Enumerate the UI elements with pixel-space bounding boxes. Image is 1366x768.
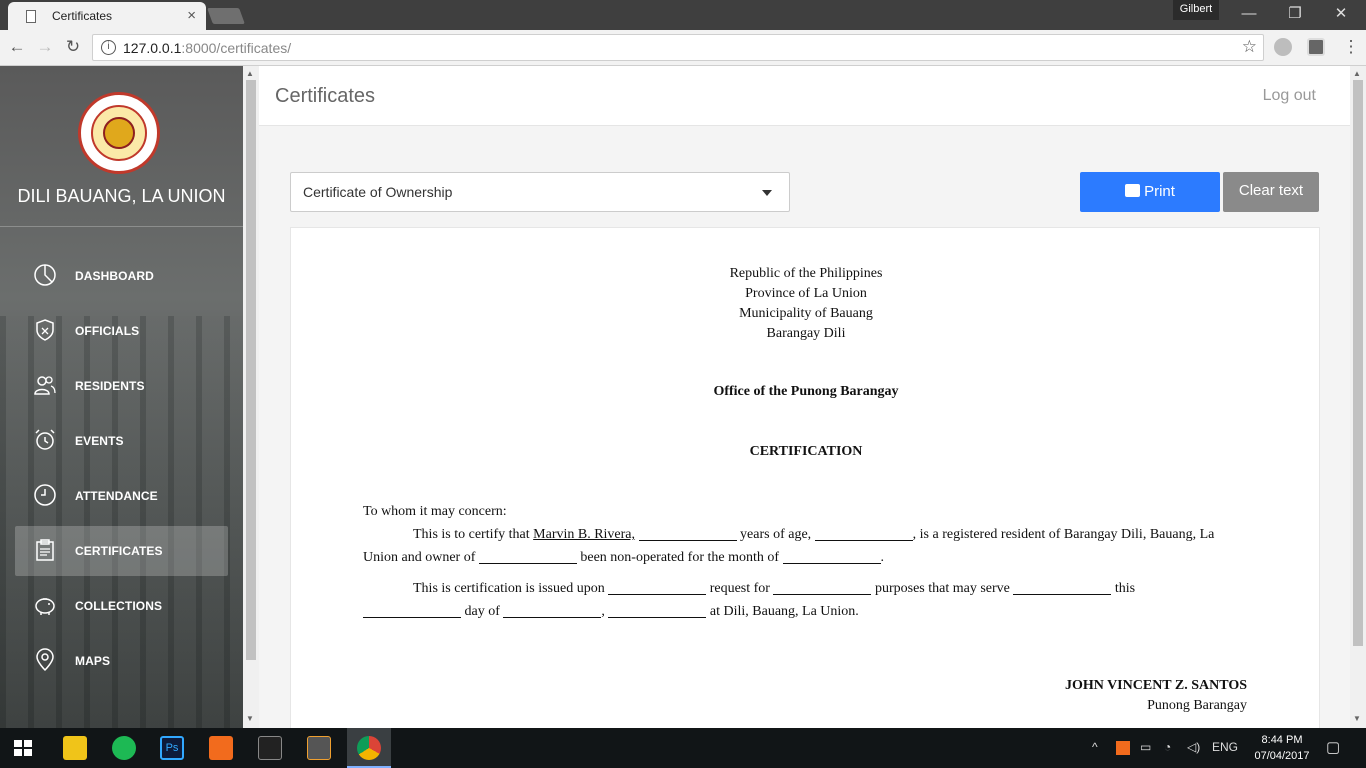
paragraph-1: This is to certify that Marvin B. Rivera… (363, 527, 1215, 565)
piggy-bank-icon (35, 598, 55, 615)
spotify-icon[interactable] (112, 736, 136, 760)
file-explorer-icon[interactable] (63, 736, 87, 760)
signature-block: JOHN VINCENT Z. SANTOS Punong Barangay (1065, 676, 1247, 716)
brand-title: DILI BAUANG, LA UNION (17, 186, 226, 206)
dashboard-icon (34, 264, 56, 286)
profile-button[interactable]: Gilbert (1173, 0, 1219, 20)
notification-icon[interactable]: ▢ (1326, 738, 1340, 756)
browser-titlebar: Certificates × Gilbert — ❐ ✕ (0, 0, 1366, 30)
page-header: Certificates Log out (259, 66, 1350, 126)
scroll-down-arrow-icon[interactable]: ▼ (246, 714, 254, 723)
office-title: Office of the Punong Barangay (713, 384, 899, 399)
extension-icon[interactable] (1274, 38, 1292, 56)
month-issued-field[interactable] (503, 604, 602, 618)
main-content: Certificates Log out Certificate of Owne… (259, 66, 1350, 728)
document-heading: Republic of the Philippines Province of … (729, 266, 883, 341)
sidebar-item-attendance[interactable]: ATTENDANCE (15, 471, 228, 521)
blank-field[interactable] (814, 527, 913, 541)
printer-icon (1125, 184, 1141, 197)
new-tab-button[interactable] (207, 8, 245, 24)
serve-field[interactable] (1013, 581, 1112, 595)
clear-text-button[interactable]: Clear text (1223, 172, 1319, 212)
clock-icon (34, 484, 56, 506)
page-title: Certificates (275, 85, 376, 107)
scroll-down-arrow-icon[interactable]: ▼ (1353, 714, 1361, 723)
scrollbar-thumb[interactable] (246, 80, 256, 660)
logout-link[interactable]: Log out (1263, 87, 1316, 105)
divider (0, 226, 243, 227)
window-close-button[interactable]: ✕ (1321, 2, 1361, 26)
chrome-icon[interactable] (357, 736, 381, 760)
language-indicator[interactable]: ENG (1212, 740, 1238, 754)
browser-tab[interactable]: Certificates × (8, 2, 206, 30)
browser-toolbar: ← → ↻ i 127.0.0.1:8000/certificates/ ☆ ⋮ (0, 30, 1366, 66)
terminal-icon[interactable] (258, 736, 282, 760)
caret-down-icon (762, 190, 772, 196)
alarm-clock-icon (35, 429, 55, 450)
sidebar: DILI BAUANG, LA UNION DASHBOARD OFFICIAL… (0, 66, 243, 728)
scroll-up-arrow-icon[interactable]: ▲ (246, 69, 254, 78)
paragraph-2: This is certification is issued upon req… (363, 577, 1233, 623)
windows-taskbar: Ps ^ ▭ ◔ ◁) ENG 8:44 PM 07/04/2017 ▢ (0, 728, 1366, 768)
xampp-icon[interactable] (209, 736, 233, 760)
reload-icon[interactable]: ↻ (62, 36, 84, 58)
signatory-position: Punong Barangay (1147, 698, 1247, 713)
requester-field[interactable] (608, 581, 707, 595)
map-pin-icon (36, 648, 54, 672)
url-text: 127.0.0.1:8000/certificates/ (123, 40, 292, 56)
sidebar-item-residents[interactable]: RESIDENTS (15, 361, 228, 411)
chevron-up-icon[interactable]: ^ (1092, 740, 1098, 754)
sidebar-item-certificates[interactable]: CERTIFICATES (15, 526, 228, 576)
scrollbar-thumb[interactable] (1353, 80, 1363, 646)
certificate-document: Republic of the Philippines Province of … (290, 227, 1320, 728)
sidebar-item-events[interactable]: EVENTS (15, 416, 228, 466)
back-arrow-icon[interactable]: ← (6, 36, 28, 58)
property-field[interactable] (478, 550, 577, 564)
menu-icon[interactable]: ⋮ (1340, 36, 1362, 58)
extension-icon[interactable] (1307, 38, 1325, 56)
forward-arrow-icon[interactable]: → (34, 36, 56, 58)
info-icon[interactable]: i (101, 40, 116, 55)
sidebar-scrollbar[interactable]: ▲ ▼ (243, 66, 259, 728)
volume-icon[interactable]: ◁) (1187, 740, 1200, 754)
web-page: DILI BAUANG, LA UNION DASHBOARD OFFICIAL… (0, 66, 1366, 728)
minimize-button[interactable]: — (1229, 2, 1269, 26)
selected-certificate-type: Certificate of Ownership (303, 184, 453, 200)
xampp-tray-icon[interactable] (1116, 741, 1130, 755)
sidebar-item-officials[interactable]: OFFICIALS (15, 306, 228, 356)
scroll-up-arrow-icon[interactable]: ▲ (1353, 69, 1361, 78)
photoshop-icon[interactable]: Ps (160, 736, 184, 760)
certification-title: CERTIFICATION (749, 444, 863, 459)
year-field[interactable] (608, 604, 707, 618)
barangay-seal-logo (78, 92, 160, 174)
certificate-body: To whom it may concern: This is to certi… (363, 500, 1233, 623)
sublime-text-icon[interactable] (307, 736, 331, 760)
page-scrollbar[interactable]: ▲ ▼ (1350, 66, 1366, 728)
sidebar-item-dashboard[interactable]: DASHBOARD (15, 251, 228, 301)
signatory-name: JOHN VINCENT Z. SANTOS (1064, 678, 1247, 693)
shield-icon (36, 319, 54, 341)
print-button[interactable]: Print (1080, 172, 1220, 212)
certificate-type-select[interactable]: Certificate of Ownership (290, 172, 790, 212)
salutation: To whom it may concern: (363, 504, 507, 519)
page-icon (26, 10, 36, 23)
clipboard-icon (36, 539, 54, 561)
battery-icon[interactable]: ▭ (1140, 740, 1151, 754)
address-bar[interactable]: i 127.0.0.1:8000/certificates/ ☆ (92, 34, 1264, 61)
tab-close-icon[interactable]: × (187, 7, 196, 24)
age-field[interactable] (638, 527, 737, 541)
windows-start-icon[interactable] (14, 740, 32, 756)
bookmark-star-icon[interactable]: ☆ (1242, 37, 1257, 57)
wifi-icon[interactable]: ◔ (1164, 740, 1171, 754)
tab-title: Certificates (52, 9, 113, 23)
sidebar-item-collections[interactable]: COLLECTIONS (15, 581, 228, 631)
month-field[interactable] (782, 550, 881, 564)
resident-name-field[interactable]: Marvin B. Rivera, (533, 527, 635, 542)
system-clock[interactable]: 8:44 PM 07/04/2017 (1250, 732, 1314, 764)
users-icon (34, 376, 56, 395)
sidebar-item-maps[interactable]: MAPS (15, 636, 228, 686)
restore-button[interactable]: ❐ (1275, 2, 1315, 26)
day-field[interactable] (363, 604, 461, 618)
purpose-field[interactable] (773, 581, 872, 595)
